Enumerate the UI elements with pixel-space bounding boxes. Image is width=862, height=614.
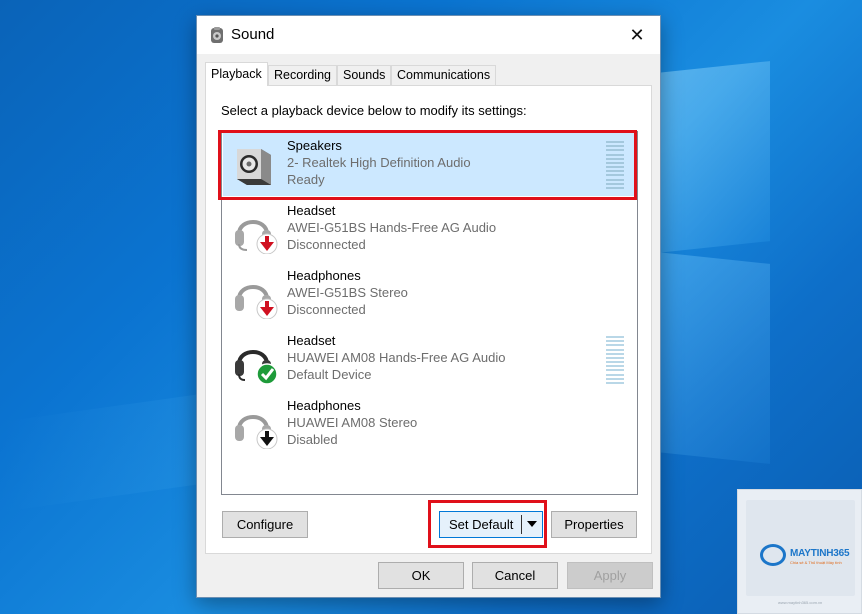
device-item-headphones-huawei[interactable]: Headphones HUAWEI AM08 Stereo Disabled <box>223 393 636 456</box>
headset-icon <box>235 220 278 254</box>
close-button[interactable]: ✕ <box>614 16 660 54</box>
device-name: Headset <box>287 203 336 218</box>
device-description: AWEI-G51BS Stereo <box>287 285 408 300</box>
set-default-highlight-box <box>428 500 547 548</box>
tab-sounds[interactable]: Sounds <box>337 65 392 86</box>
device-description: HUAWEI AM08 Stereo <box>287 415 418 430</box>
headset-icon <box>235 350 278 384</box>
device-item-headset-huawei[interactable]: Headset HUAWEI AM08 Hands-Free AG Audio … <box>223 328 636 391</box>
configure-button[interactable]: Configure <box>222 511 308 538</box>
watermark-logo: MAYTINH365 Chia sẻ & Thủ thuật Máy tính … <box>737 489 862 614</box>
device-name: Headphones <box>287 268 361 283</box>
tab-playback[interactable]: Playback <box>205 62 268 86</box>
properties-button[interactable]: Properties <box>551 511 637 538</box>
speakers-highlight-box <box>218 130 637 200</box>
watermark-tagline: Chia sẻ & Thủ thuật Máy tính <box>790 560 842 565</box>
device-status: Default Device <box>287 367 372 382</box>
sound-app-icon <box>211 27 223 43</box>
ok-button[interactable]: OK <box>378 562 464 589</box>
device-name: Headphones <box>287 398 361 413</box>
close-icon: ✕ <box>629 24 645 45</box>
watermark-brand: MAYTINH365 <box>790 548 850 559</box>
title-bar[interactable]: Sound ✕ <box>197 16 660 54</box>
tab-communications[interactable]: Communications <box>391 65 497 86</box>
device-status: Disconnected <box>287 237 366 252</box>
headphones-icon <box>235 415 278 449</box>
headphones-icon <box>235 285 278 319</box>
tab-recording[interactable]: Recording <box>268 65 337 86</box>
cancel-button[interactable]: Cancel <box>472 562 558 589</box>
instruction-text: Select a playback device below to modify… <box>221 103 527 118</box>
playback-panel: Select a playback device below to modify… <box>205 85 652 554</box>
device-name: Headset <box>287 333 336 348</box>
device-status: Disconnected <box>287 302 366 317</box>
device-description: HUAWEI AM08 Hands-Free AG Audio <box>287 350 506 365</box>
volume-meter <box>606 336 624 384</box>
device-item-headset-awei[interactable]: Headset AWEI-G51BS Hands-Free AG Audio D… <box>223 198 636 261</box>
window-title: Sound <box>231 26 275 43</box>
watermark-url: www.maytinh365.com.vn <box>778 600 823 605</box>
device-item-headphones-awei[interactable]: Headphones AWEI-G51BS Stereo Disconnecte… <box>223 263 636 326</box>
watermark-panel: MAYTINH365 Chia sẻ & Thủ thuật Máy tính <box>746 500 855 596</box>
globe-icon <box>760 544 786 566</box>
device-status: Disabled <box>287 432 338 447</box>
sound-dialog: Sound ✕ Playback Recording Sounds Commun… <box>196 15 661 598</box>
apply-button[interactable]: Apply <box>567 562 653 589</box>
device-description: AWEI-G51BS Hands-Free AG Audio <box>287 220 497 235</box>
